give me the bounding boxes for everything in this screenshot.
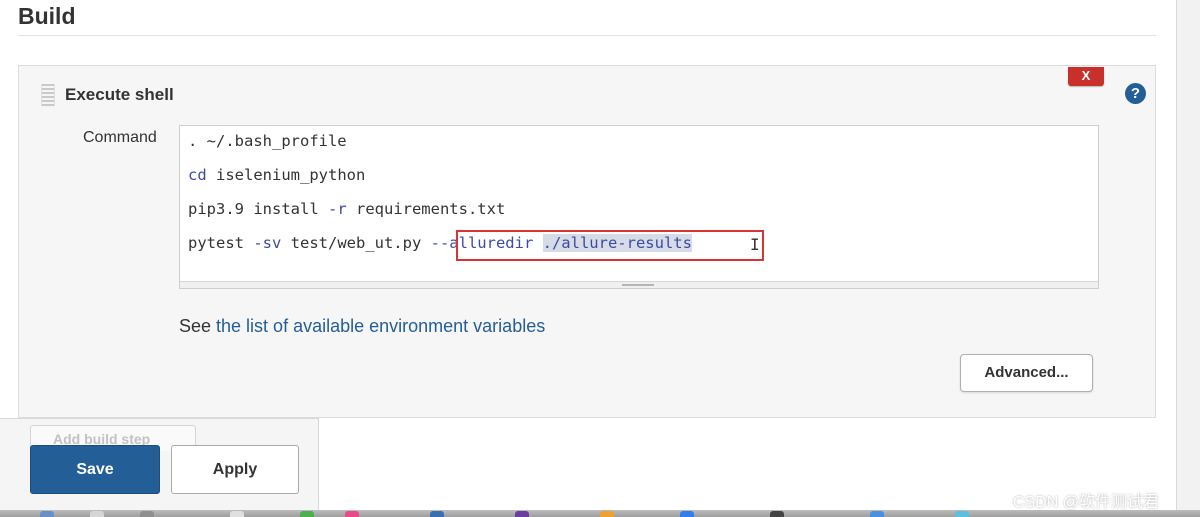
code-line-2: cd iselenium_python xyxy=(188,166,365,184)
watermark: CSDN @软件测试君 xyxy=(1013,494,1160,511)
code-line-3: pip3.9 install -r requirements.txt xyxy=(188,200,505,218)
execute-shell-panel: Execute shell X ? Command . ~/.bash_prof… xyxy=(18,65,1156,418)
right-gutter xyxy=(1176,0,1200,517)
dock-app-icon[interactable] xyxy=(680,511,694,517)
command-label: Command xyxy=(83,129,157,146)
code-text: requirements.txt xyxy=(346,200,506,218)
code-line-1: . ~/.bash_profile xyxy=(188,132,347,150)
dock-app-icon[interactable] xyxy=(300,511,314,517)
drag-handle-icon[interactable] xyxy=(41,84,55,106)
delete-step-button[interactable]: X xyxy=(1068,67,1104,86)
textarea-resize-grip[interactable] xyxy=(180,281,1098,288)
command-textarea[interactable]: . ~/.bash_profile cd iselenium_python pi… xyxy=(179,125,1099,289)
dock-app-icon[interactable] xyxy=(870,511,884,517)
apply-button[interactable]: Apply xyxy=(171,445,299,494)
form-bottom-bar: Add build step Save Apply xyxy=(0,418,319,511)
dock-app-icon[interactable] xyxy=(430,511,444,517)
annotation-highlight-box xyxy=(456,230,764,261)
env-prefix: See xyxy=(179,316,217,336)
code-text: pytest xyxy=(188,234,254,252)
section-title: Build xyxy=(18,3,76,29)
env-variables-line: See the list of available environment va… xyxy=(179,316,545,337)
code-text: iselenium_python xyxy=(206,166,366,184)
dock-app-icon[interactable] xyxy=(955,511,969,517)
env-variables-link[interactable]: the list of available environment variab… xyxy=(216,316,545,336)
code-text: test/web_ut.py xyxy=(281,234,431,252)
dock-app-icon[interactable] xyxy=(140,511,154,517)
code-keyword: cd xyxy=(188,166,207,184)
advanced-button[interactable]: Advanced... xyxy=(960,354,1093,392)
dock-app-icon[interactable] xyxy=(230,511,244,517)
code-text: pip3.9 install xyxy=(188,200,328,218)
dock-app-icon[interactable] xyxy=(770,511,784,517)
save-button[interactable]: Save xyxy=(30,445,160,494)
dock-app-icon[interactable] xyxy=(90,511,104,517)
text-cursor-icon: I xyxy=(750,235,760,254)
dock-app-icon[interactable] xyxy=(515,511,529,517)
grip-icon xyxy=(622,284,654,286)
code-text: . ~/.bash_profile xyxy=(188,132,347,150)
dock-app-icon[interactable] xyxy=(600,511,614,517)
dock-app-icon[interactable] xyxy=(40,511,54,517)
code-keyword: -r xyxy=(327,200,347,218)
help-icon[interactable]: ? xyxy=(1125,83,1146,104)
section-divider xyxy=(18,35,1156,36)
step-title: Execute shell xyxy=(65,85,174,104)
dock-app-icon[interactable] xyxy=(345,511,359,517)
code-keyword: -sv xyxy=(253,234,282,252)
